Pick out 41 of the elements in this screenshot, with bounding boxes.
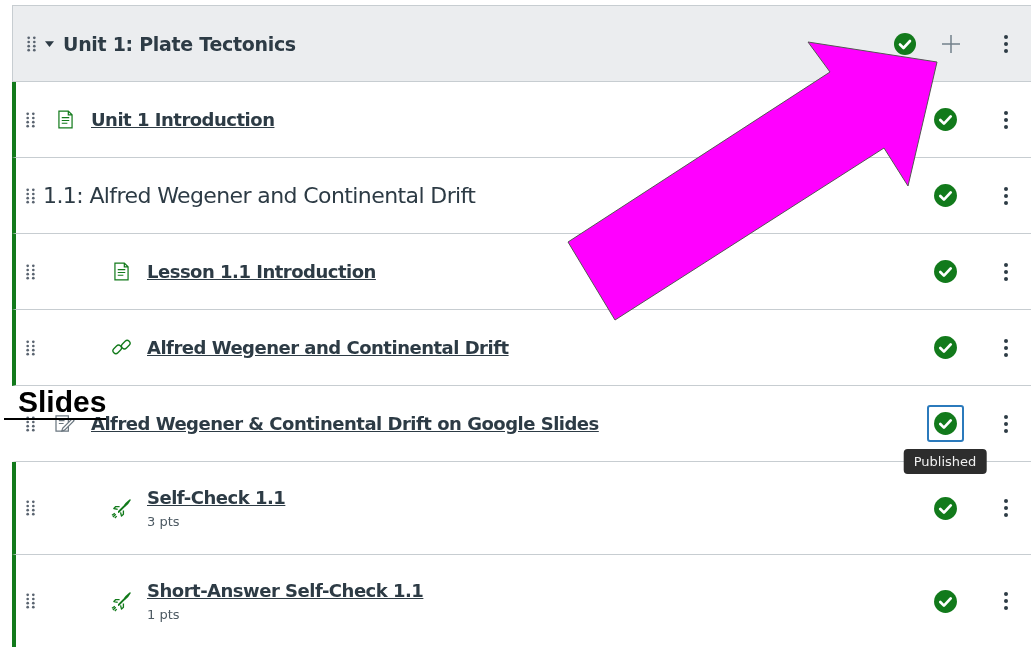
subheader-title: 1.1: Alfred Wegener and Continental Drift bbox=[43, 183, 476, 208]
drag-handle-icon[interactable] bbox=[26, 415, 35, 432]
published-check-icon[interactable] bbox=[932, 411, 958, 436]
published-check-icon[interactable] bbox=[932, 588, 958, 614]
points-label: 1 pts bbox=[147, 607, 181, 622]
more-options-icon[interactable] bbox=[1003, 413, 1009, 434]
published-check-icon[interactable] bbox=[932, 183, 958, 208]
document-icon bbox=[57, 110, 73, 129]
module-title: Unit 1: Plate Tectonics bbox=[63, 32, 296, 55]
points-label: 3 pts bbox=[147, 514, 181, 529]
drag-handle-icon[interactable] bbox=[26, 593, 35, 609]
more-options-icon[interactable] bbox=[1003, 591, 1009, 611]
assignment-icon bbox=[54, 414, 76, 433]
more-options-icon[interactable] bbox=[1003, 337, 1009, 358]
more-options-icon[interactable] bbox=[1003, 261, 1009, 282]
item-link[interactable]: Self-Check 1.1 bbox=[147, 487, 286, 508]
drag-handle-icon[interactable] bbox=[26, 187, 35, 204]
published-check-icon[interactable] bbox=[932, 107, 958, 132]
published-check-icon[interactable] bbox=[932, 335, 958, 360]
document-icon bbox=[113, 262, 129, 281]
published-check-icon[interactable] bbox=[932, 495, 958, 521]
more-options-icon[interactable] bbox=[1003, 185, 1009, 206]
drag-handle-icon[interactable] bbox=[26, 339, 35, 356]
more-options-icon[interactable] bbox=[1003, 109, 1009, 130]
item-link[interactable]: Short-Answer Self-Check 1.1 bbox=[147, 580, 424, 601]
item-link[interactable]: Unit 1 Introduction bbox=[91, 109, 275, 130]
more-options-icon[interactable] bbox=[1003, 498, 1009, 518]
published-check-icon[interactable] bbox=[932, 259, 958, 284]
drag-handle-icon[interactable] bbox=[26, 500, 35, 516]
drag-handle-icon[interactable] bbox=[26, 111, 35, 128]
rocket-icon bbox=[110, 590, 132, 612]
more-options-icon[interactable] bbox=[1003, 33, 1009, 54]
drag-handle-icon[interactable] bbox=[27, 35, 36, 52]
rocket-icon bbox=[110, 497, 132, 519]
drag-handle-icon[interactable] bbox=[26, 263, 35, 280]
published-check-icon[interactable] bbox=[893, 31, 917, 56]
item-link[interactable]: Lesson 1.1 Introduction bbox=[147, 261, 376, 282]
item-link[interactable]: Alfred Wegener and Continental Drift bbox=[147, 337, 509, 358]
tooltip: Published bbox=[903, 449, 987, 474]
focus-ring[interactable] bbox=[926, 405, 964, 442]
caret-icon[interactable] bbox=[45, 39, 54, 48]
